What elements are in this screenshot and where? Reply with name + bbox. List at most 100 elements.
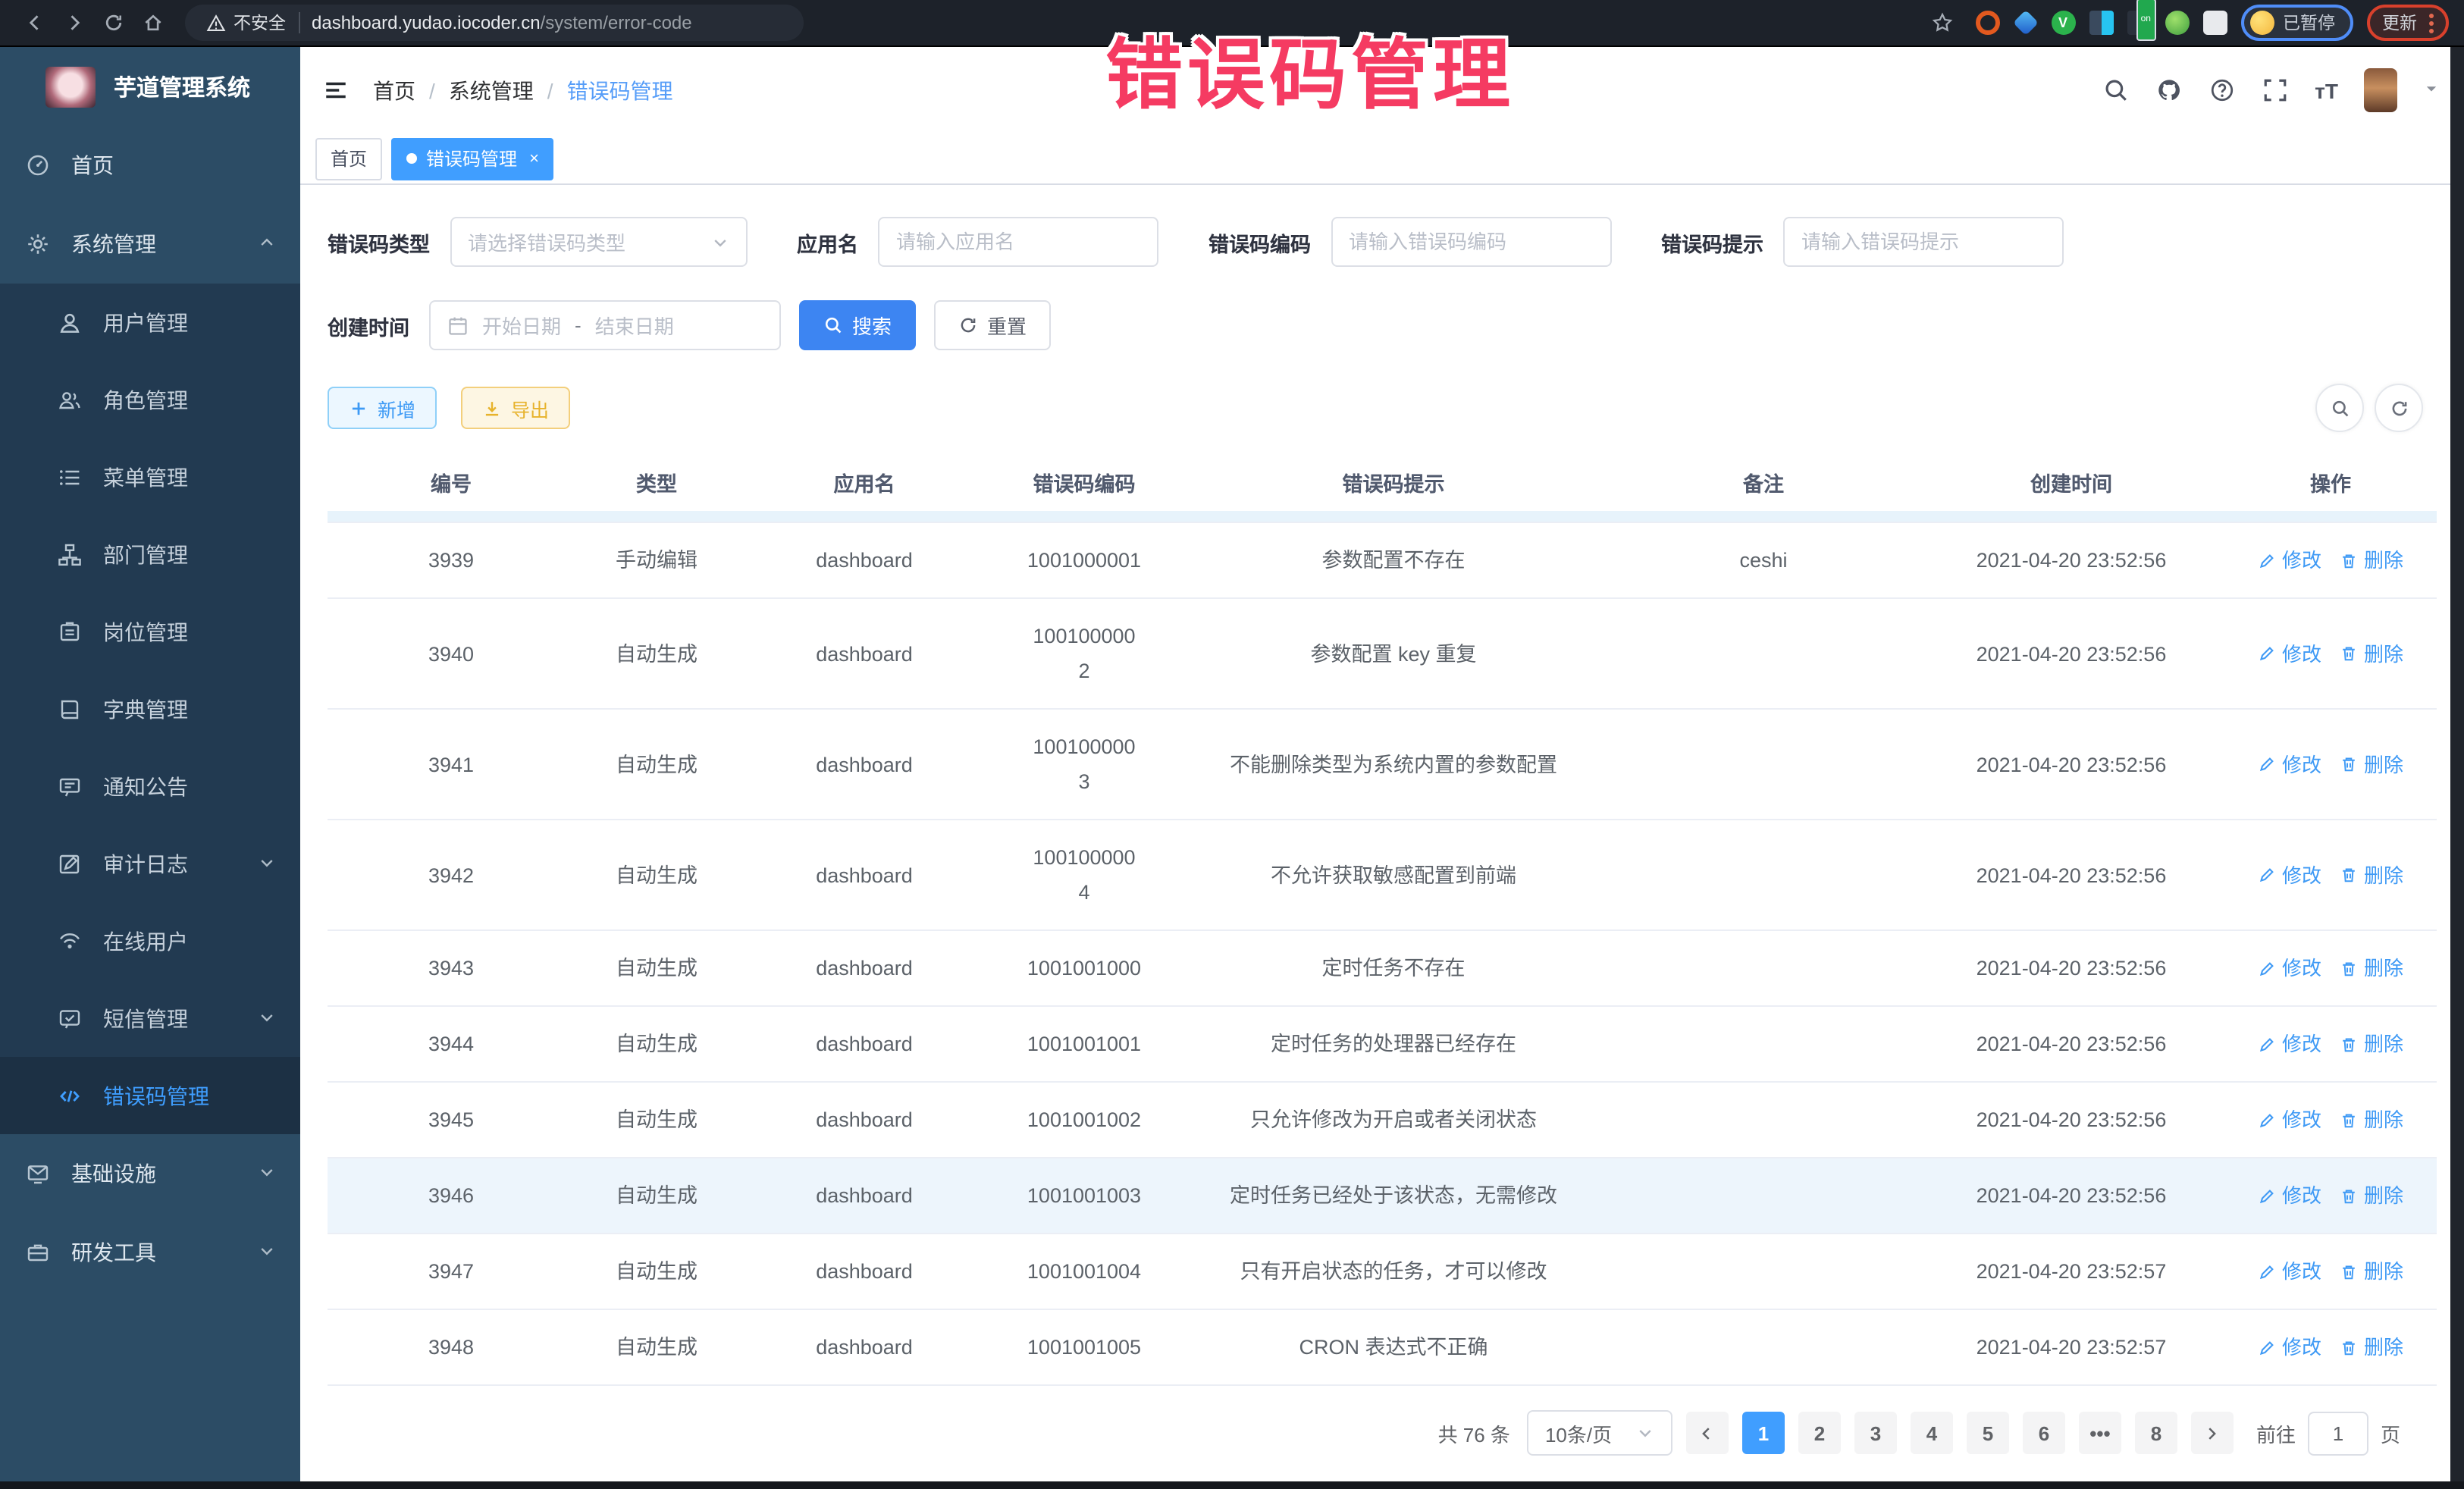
sidebar-item-审计日志[interactable]: 审计日志 <box>0 825 300 902</box>
address-bar[interactable]: 不安全 dashboard.yudao.iocoder.cn/system/er… <box>185 5 804 41</box>
delete-link[interactable]: 删除 <box>2340 857 2403 892</box>
error-code-input[interactable] <box>1331 217 1611 267</box>
table-row[interactable]: 3943自动生成dashboard1001001000定时任务不存在2021-0… <box>328 929 2437 1005</box>
page-button-8[interactable]: 8 <box>2135 1412 2177 1454</box>
github-icon[interactable] <box>2155 77 2183 104</box>
help-icon[interactable] <box>2209 77 2236 104</box>
sidebar-logo[interactable]: 芋道管理系统 <box>0 47 300 126</box>
prev-page-button[interactable] <box>1686 1412 1729 1454</box>
extension-icon-2[interactable] <box>2012 10 2038 36</box>
toggle-search-button[interactable] <box>2315 384 2364 432</box>
search-button[interactable]: 搜索 <box>799 300 916 350</box>
extensions-puzzle-icon[interactable] <box>2202 11 2227 35</box>
reset-button[interactable]: 重置 <box>934 300 1051 350</box>
export-button[interactable]: 导出 <box>461 387 570 429</box>
table-row[interactable]: 3947自动生成dashboard1001001004只有开启状态的任务，才可以… <box>328 1233 2437 1309</box>
error-hint-input[interactable] <box>1783 217 2064 267</box>
create-time-range-picker[interactable]: 开始日期 - 结束日期 <box>429 300 781 350</box>
table-row[interactable]: 3944自动生成dashboard1001001001定时任务的处理器已经存在2… <box>328 1005 2437 1081</box>
sidebar-item-错误码管理[interactable]: 错误码管理 <box>0 1057 300 1134</box>
reload-icon[interactable] <box>100 9 127 36</box>
not-secure-warning[interactable]: 不安全 <box>206 11 286 35</box>
sidebar-item-短信管理[interactable]: 短信管理 <box>0 980 300 1057</box>
delete-link[interactable]: 删除 <box>2340 1102 2403 1137</box>
breadcrumb-system[interactable]: 系统管理 <box>449 75 534 105</box>
browser-update-button[interactable]: 更新 <box>2367 5 2449 41</box>
user-avatar[interactable] <box>2364 68 2397 112</box>
browser-profile-chip[interactable]: 已暂停 <box>2240 5 2353 41</box>
edit-link[interactable]: 修改 <box>2258 857 2321 892</box>
edit-link[interactable]: 修改 <box>2258 747 2321 782</box>
back-icon[interactable] <box>21 9 49 36</box>
table-row[interactable]: 3939手动编辑dashboard1001000001参数配置不存在ceshi2… <box>328 522 2437 597</box>
goto-page-input[interactable] <box>2308 1411 2368 1455</box>
page-button-6[interactable]: 6 <box>2023 1412 2065 1454</box>
page-button-4[interactable]: 4 <box>1911 1412 1953 1454</box>
breadcrumb-home[interactable]: 首页 <box>373 75 415 105</box>
sidebar-item-角色管理[interactable]: 角色管理 <box>0 361 300 438</box>
edit-link[interactable]: 修改 <box>2258 543 2321 578</box>
sidebar-item-部门管理[interactable]: 部门管理 <box>0 516 300 593</box>
delete-link[interactable]: 删除 <box>2340 1178 2403 1213</box>
page-button-1[interactable]: 1 <box>1742 1412 1785 1454</box>
delete-link[interactable]: 删除 <box>2340 543 2403 578</box>
sidebar-item-字典管理[interactable]: 字典管理 <box>0 670 300 748</box>
edit-link[interactable]: 修改 <box>2258 951 2321 986</box>
font-size-icon[interactable]: тT <box>2315 78 2338 102</box>
extension-icon-3[interactable]: V <box>2051 11 2075 35</box>
window-scrollbar[interactable] <box>2450 47 2464 1481</box>
user-caret-down-icon[interactable] <box>2423 77 2440 104</box>
search-icon[interactable] <box>2102 77 2130 104</box>
sidebar-item-通知公告[interactable]: 通知公告 <box>0 748 300 825</box>
refresh-table-button[interactable] <box>2375 384 2423 432</box>
fullscreen-icon[interactable] <box>2262 77 2289 104</box>
add-button[interactable]: 新增 <box>328 387 437 429</box>
browser-menu-dots-icon[interactable] <box>2429 13 2434 33</box>
edit-link[interactable]: 修改 <box>2258 1330 2321 1365</box>
tab-home[interactable]: 首页 <box>315 137 382 180</box>
edit-link[interactable]: 修改 <box>2258 636 2321 671</box>
edit-link[interactable]: 修改 <box>2258 1178 2321 1213</box>
sidebar-item-菜单管理[interactable]: 菜单管理 <box>0 438 300 516</box>
table-row[interactable]: 3945自动生成dashboard1001001002只允许修改为开启或者关闭状… <box>328 1081 2437 1157</box>
table-row[interactable]: 3941自动生成dashboard100100000 3不能删除类型为系统内置的… <box>328 708 2437 819</box>
sidebar-item-基础设施[interactable]: 基础设施 <box>0 1134 300 1213</box>
sidebar-item-岗位管理[interactable]: 岗位管理 <box>0 593 300 670</box>
edit-link[interactable]: 修改 <box>2258 1027 2321 1061</box>
page-button-2[interactable]: 2 <box>1798 1412 1841 1454</box>
bookmark-star-icon[interactable] <box>1928 9 1955 36</box>
sidebar-item-在线用户[interactable]: 在线用户 <box>0 902 300 980</box>
url-text[interactable]: dashboard.yudao.iocoder.cn/system/error-… <box>312 12 692 33</box>
extension-icon-1[interactable] <box>1975 11 1999 35</box>
tab-close-icon[interactable]: × <box>529 149 539 168</box>
delete-link[interactable]: 删除 <box>2340 951 2403 986</box>
extension-icon-5[interactable]: on <box>2127 11 2151 35</box>
tab-error-code[interactable]: 错误码管理 × <box>391 137 554 180</box>
delete-link[interactable]: 删除 <box>2340 1330 2403 1365</box>
extension-icon-4[interactable] <box>2089 11 2113 35</box>
extension-icon-6[interactable] <box>2165 11 2189 35</box>
sidebar-item-系统管理[interactable]: 系统管理 <box>0 205 300 284</box>
page-size-select[interactable]: 10条/页 <box>1527 1410 1672 1456</box>
delete-link[interactable]: 删除 <box>2340 1254 2403 1289</box>
edit-link[interactable]: 修改 <box>2258 1254 2321 1289</box>
sidebar-item-首页[interactable]: 首页 <box>0 126 300 205</box>
page-ellipsis[interactable]: ••• <box>2079 1412 2121 1454</box>
sidebar-item-研发工具[interactable]: 研发工具 <box>0 1213 300 1292</box>
home-icon[interactable] <box>140 9 167 36</box>
sidebar-toggle-icon[interactable] <box>312 67 358 113</box>
table-row[interactable]: 3946自动生成dashboard1001001003定时任务已经处于该状态，无… <box>328 1157 2437 1233</box>
table-row[interactable]: 3942自动生成dashboard100100000 4不允许获取敏感配置到前端… <box>328 819 2437 929</box>
sidebar-item-用户管理[interactable]: 用户管理 <box>0 284 300 361</box>
edit-link[interactable]: 修改 <box>2258 1102 2321 1137</box>
error-type-select[interactable]: 请选择错误码类型 <box>450 217 747 267</box>
page-button-3[interactable]: 3 <box>1854 1412 1897 1454</box>
page-button-5[interactable]: 5 <box>1967 1412 2009 1454</box>
delete-link[interactable]: 删除 <box>2340 1027 2403 1061</box>
table-row[interactable]: 3940自动生成dashboard100100000 2参数配置 key 重复2… <box>328 597 2437 708</box>
table-row[interactable]: 3948自动生成dashboard1001001005CRON 表达式不正确20… <box>328 1309 2437 1386</box>
next-page-button[interactable] <box>2191 1412 2234 1454</box>
forward-icon[interactable] <box>61 9 88 36</box>
delete-link[interactable]: 删除 <box>2340 636 2403 671</box>
delete-link[interactable]: 删除 <box>2340 747 2403 782</box>
